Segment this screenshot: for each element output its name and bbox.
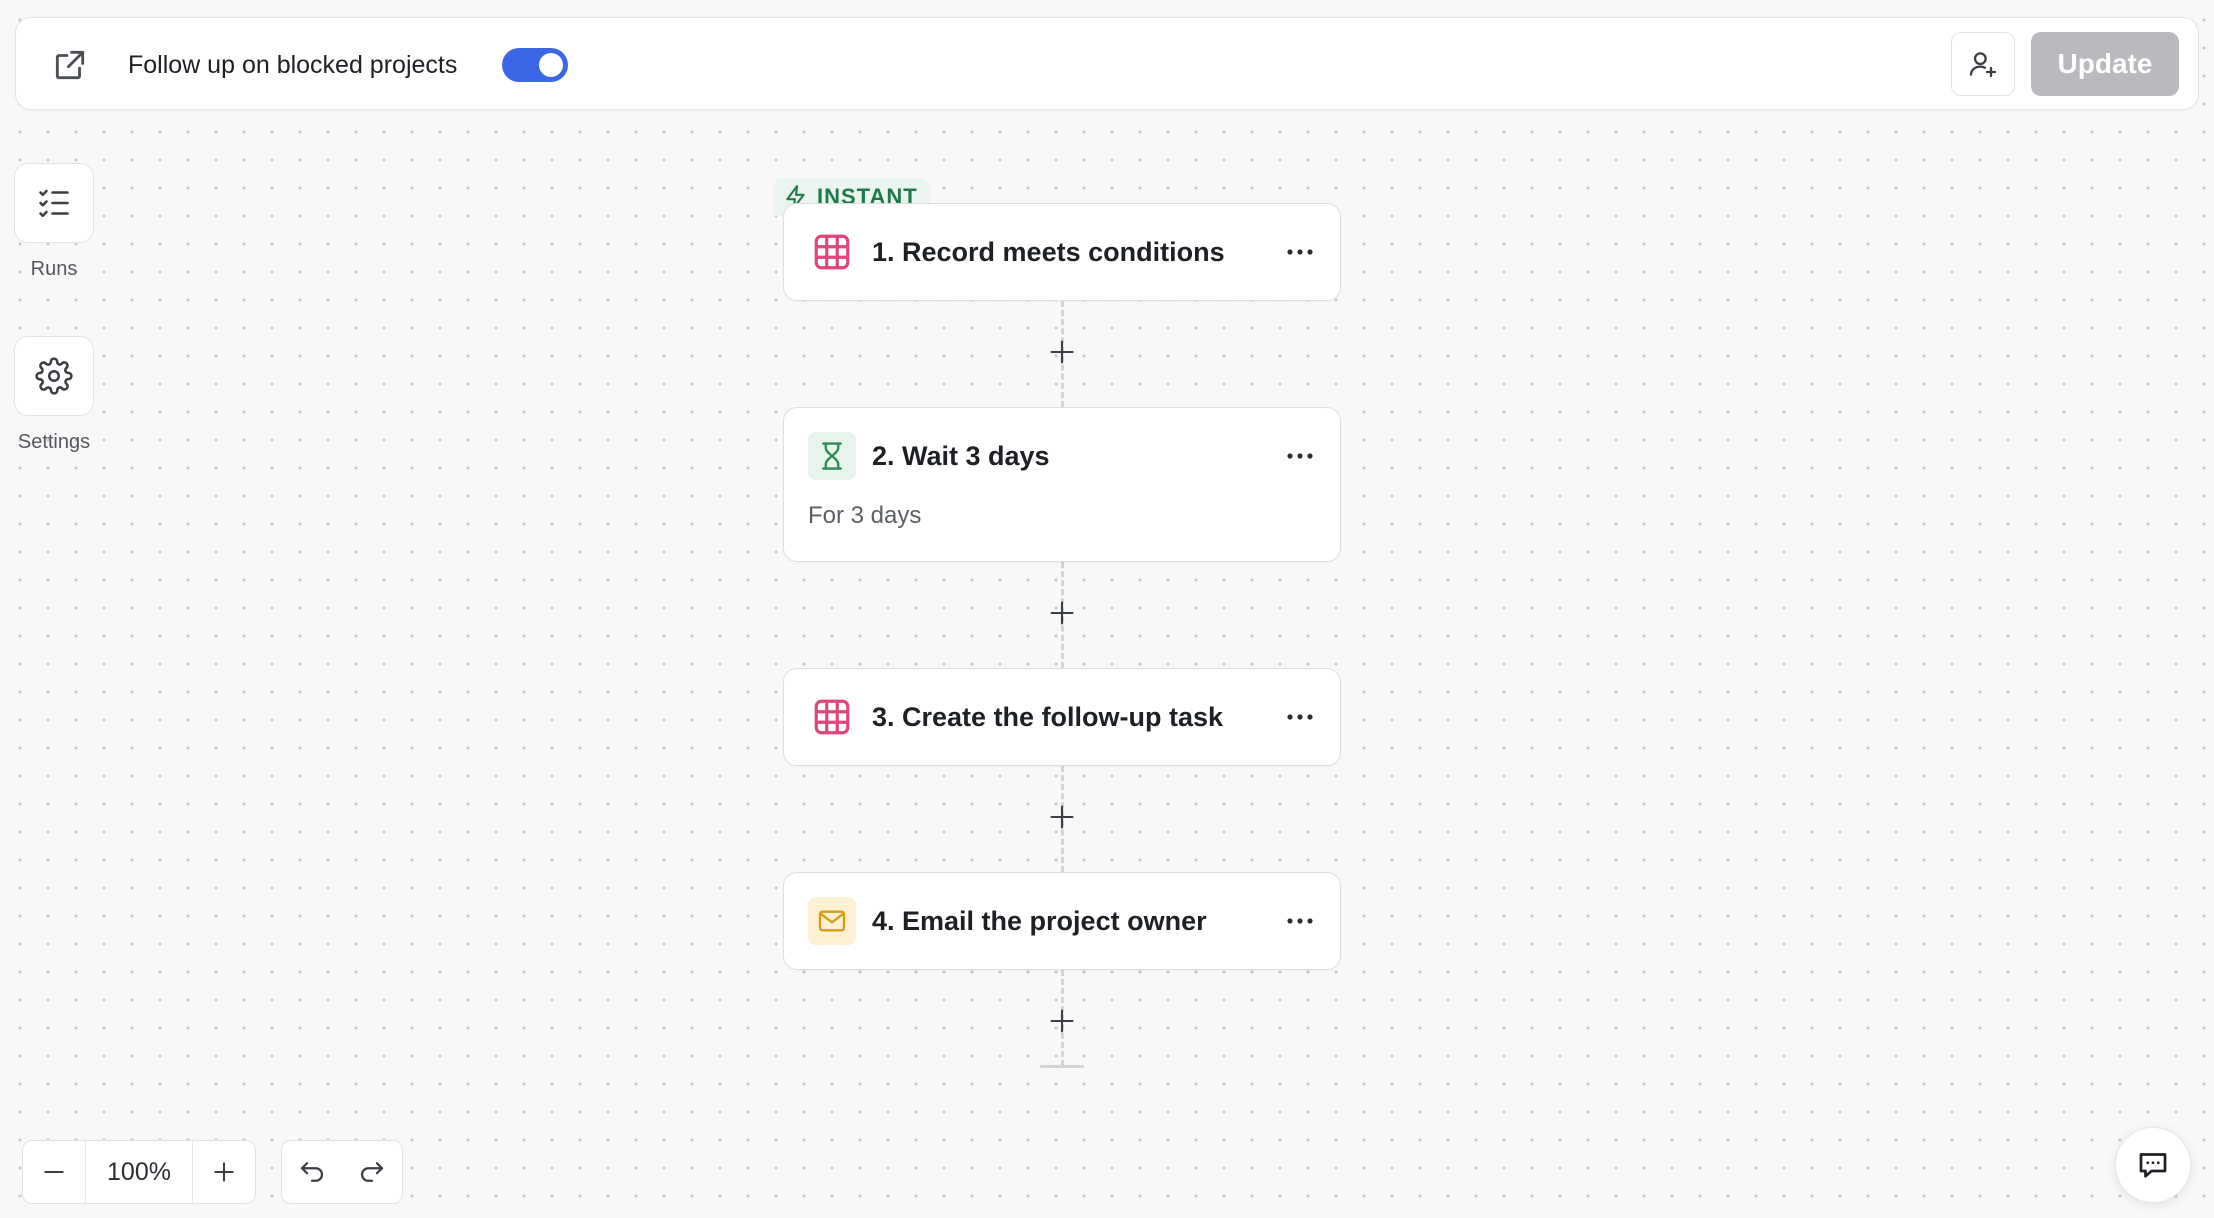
workflow-header: Follow up on blocked projects Update (15, 17, 2199, 110)
toggle-knob (539, 53, 563, 77)
step-more-button[interactable] (1280, 699, 1320, 735)
step-title: 3. Create the follow-up task (872, 702, 1224, 732)
plus-icon (1048, 1007, 1076, 1035)
chat-bubble-icon (2135, 1147, 2171, 1183)
step-title: 4. Email the project owner (872, 906, 1207, 936)
history-controls (281, 1140, 403, 1204)
zoom-out-button[interactable] (23, 1141, 85, 1203)
step-card-email[interactable]: 4. Email the project owner (783, 872, 1341, 970)
gear-icon (35, 357, 73, 395)
undo-icon (297, 1157, 327, 1187)
step-card-wait[interactable]: 2. Wait 3 days For 3 days (783, 407, 1341, 562)
table-icon (808, 228, 856, 276)
hourglass-icon (808, 432, 856, 480)
add-step-button[interactable] (1042, 332, 1082, 372)
add-step-button[interactable] (1042, 797, 1082, 837)
user-plus-icon (1967, 48, 1999, 80)
more-horizontal-icon (1286, 917, 1314, 925)
table-icon (808, 693, 856, 741)
runs-label: Runs (30, 258, 78, 280)
step-title: 1. Record meets conditions (872, 237, 1225, 267)
redo-button[interactable] (342, 1141, 402, 1203)
checklist-icon (36, 185, 72, 221)
step-more-button[interactable] (1280, 903, 1320, 939)
step-subtitle: For 3 days (808, 502, 922, 529)
redo-icon (357, 1157, 387, 1187)
plus-icon (1048, 599, 1076, 627)
settings-button[interactable] (14, 336, 94, 416)
zoom-controls: 100% (22, 1140, 256, 1204)
zoom-level[interactable]: 100% (85, 1141, 193, 1203)
plus-icon (1048, 803, 1076, 831)
workflow-title: Follow up on blocked projects (128, 51, 458, 79)
step-card-trigger[interactable]: 1. Record meets conditions (783, 203, 1341, 301)
minus-icon (41, 1159, 67, 1185)
more-horizontal-icon (1286, 713, 1314, 721)
step-more-button[interactable] (1280, 438, 1320, 474)
zoom-in-button[interactable] (193, 1141, 255, 1203)
step-more-button[interactable] (1280, 234, 1320, 270)
mail-icon (808, 897, 856, 945)
more-horizontal-icon (1286, 452, 1314, 460)
undo-button[interactable] (282, 1141, 342, 1203)
share-button[interactable] (1951, 32, 2015, 96)
step-title: 2. Wait 3 days (872, 441, 1050, 471)
workflow-enabled-toggle[interactable] (502, 48, 568, 82)
step-card-create-task[interactable]: 3. Create the follow-up task (783, 668, 1341, 766)
plus-icon (211, 1159, 237, 1185)
more-horizontal-icon (1286, 248, 1314, 256)
update-button[interactable]: Update (2031, 32, 2179, 96)
external-link-icon[interactable] (46, 41, 94, 89)
chat-button[interactable] (2115, 1127, 2191, 1203)
flow-end-cap (1040, 1065, 1084, 1068)
runs-button[interactable] (14, 163, 94, 243)
settings-label: Settings (17, 431, 91, 453)
plus-icon (1048, 338, 1076, 366)
add-step-button[interactable] (1042, 1001, 1082, 1041)
add-step-button[interactable] (1042, 593, 1082, 633)
